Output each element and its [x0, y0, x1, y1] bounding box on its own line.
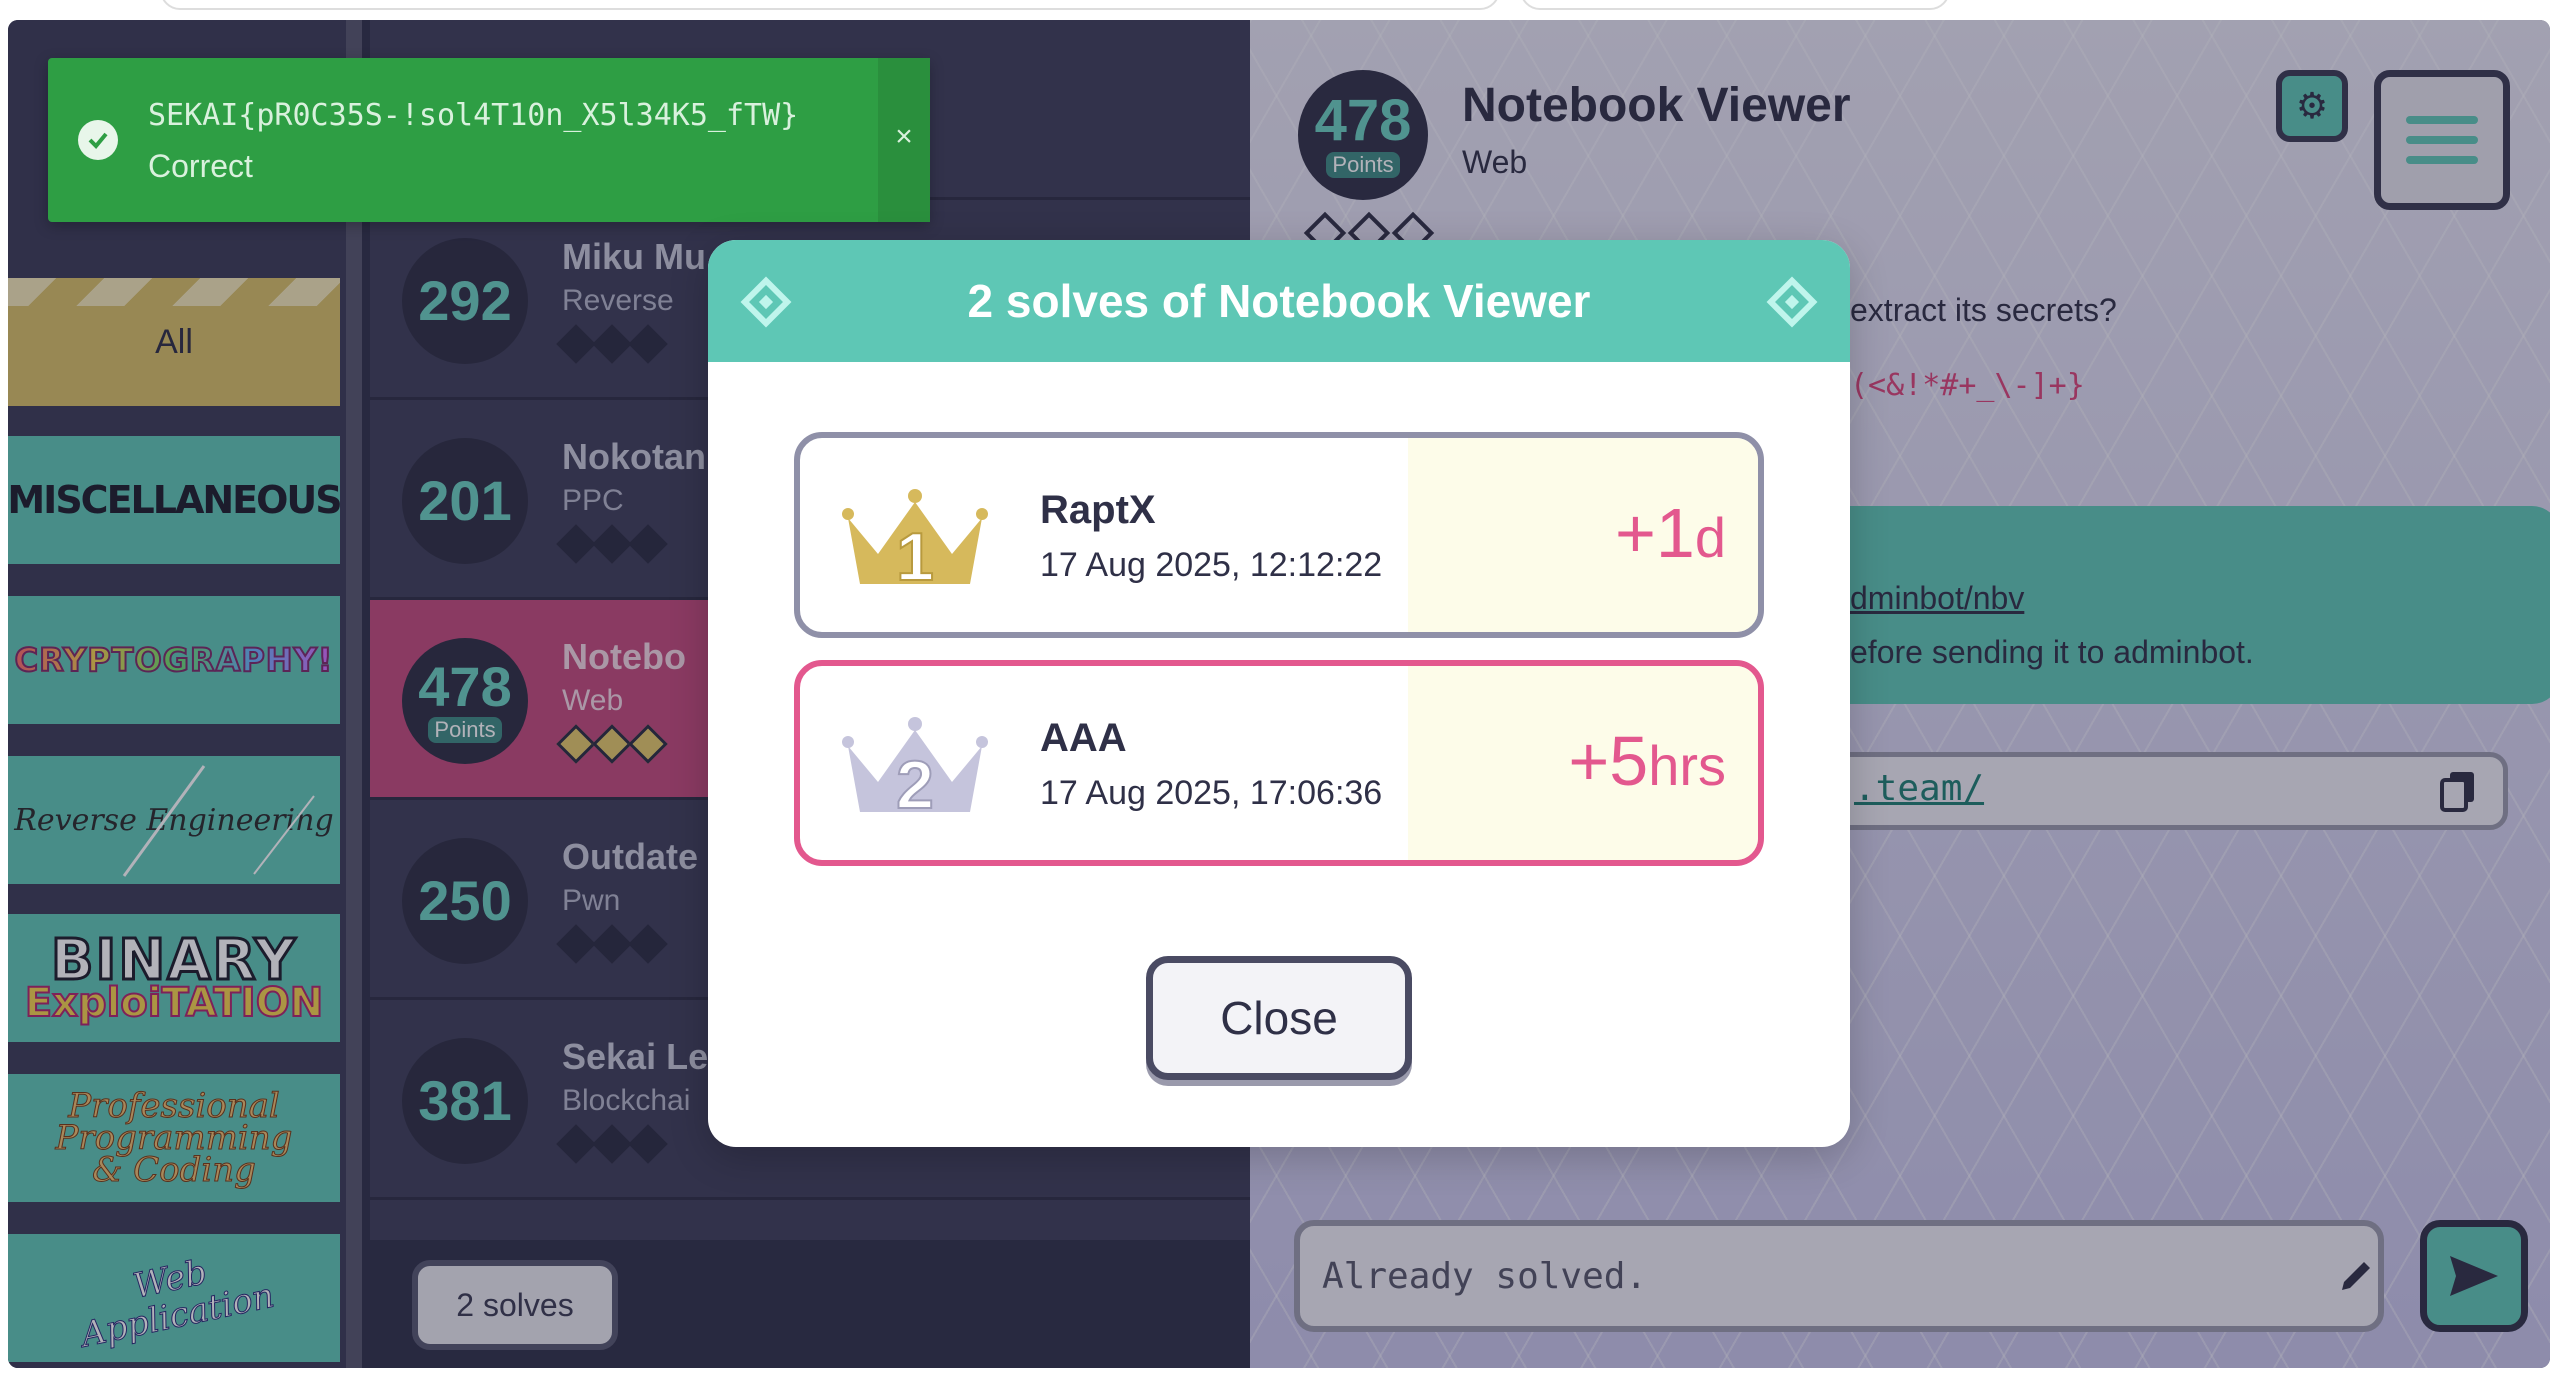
- solver-name: RaptX: [1040, 488, 1156, 532]
- solve-delta-unit: hrs: [1648, 734, 1726, 797]
- check-circle-icon: [78, 120, 118, 160]
- toast-status-text: Correct: [148, 148, 253, 184]
- close-icon[interactable]: ×: [888, 120, 920, 160]
- modal-title: 2 solves of Notebook Viewer: [967, 275, 1591, 327]
- solve-time-delta: +5hrs: [1568, 726, 1726, 796]
- success-toast: SEKAI{pR0C35S-!sol4T10n_X5l34K5_fTW} Cor…: [48, 58, 930, 222]
- close-button[interactable]: Close: [1146, 956, 1412, 1080]
- browser-search-pill: [1520, 0, 1950, 10]
- silver-crown-icon: 2: [842, 717, 988, 820]
- browser-address-pill: [160, 0, 1500, 10]
- crown-rank: 1: [896, 519, 934, 592]
- solve-delta-unit: d: [1694, 506, 1726, 569]
- solves-modal: 2 solves of Notebook Viewer 1 RaptX 17 A…: [708, 240, 1850, 1147]
- solve-delta-value: +1: [1615, 494, 1695, 572]
- solve-date: 17 Aug 2025, 12:12:22: [1040, 546, 1383, 584]
- solve-time-delta: +1d: [1615, 498, 1726, 568]
- solve-entry: 1 RaptX 17 Aug 2025, 12:12:22 +1d: [794, 432, 1764, 638]
- browser-top-strip: [0, 0, 2558, 20]
- solve-delta-value: +5: [1568, 722, 1649, 800]
- modal-header: 2 solves of Notebook Viewer: [708, 240, 1850, 362]
- gold-crown-icon: 1: [842, 489, 988, 592]
- diamond-icon: [740, 276, 792, 328]
- diamond-icon: [1766, 276, 1818, 328]
- solve-date: 17 Aug 2025, 17:06:36: [1040, 774, 1383, 812]
- solve-entry: 2 AAA 17 Aug 2025, 17:06:36 +5hrs: [794, 660, 1764, 866]
- crown-rank: 2: [896, 747, 934, 820]
- solver-name: AAA: [1040, 716, 1127, 760]
- toast-flag-text: SEKAI{pR0C35S-!sol4T10n_X5l34K5_fTW}: [148, 98, 799, 133]
